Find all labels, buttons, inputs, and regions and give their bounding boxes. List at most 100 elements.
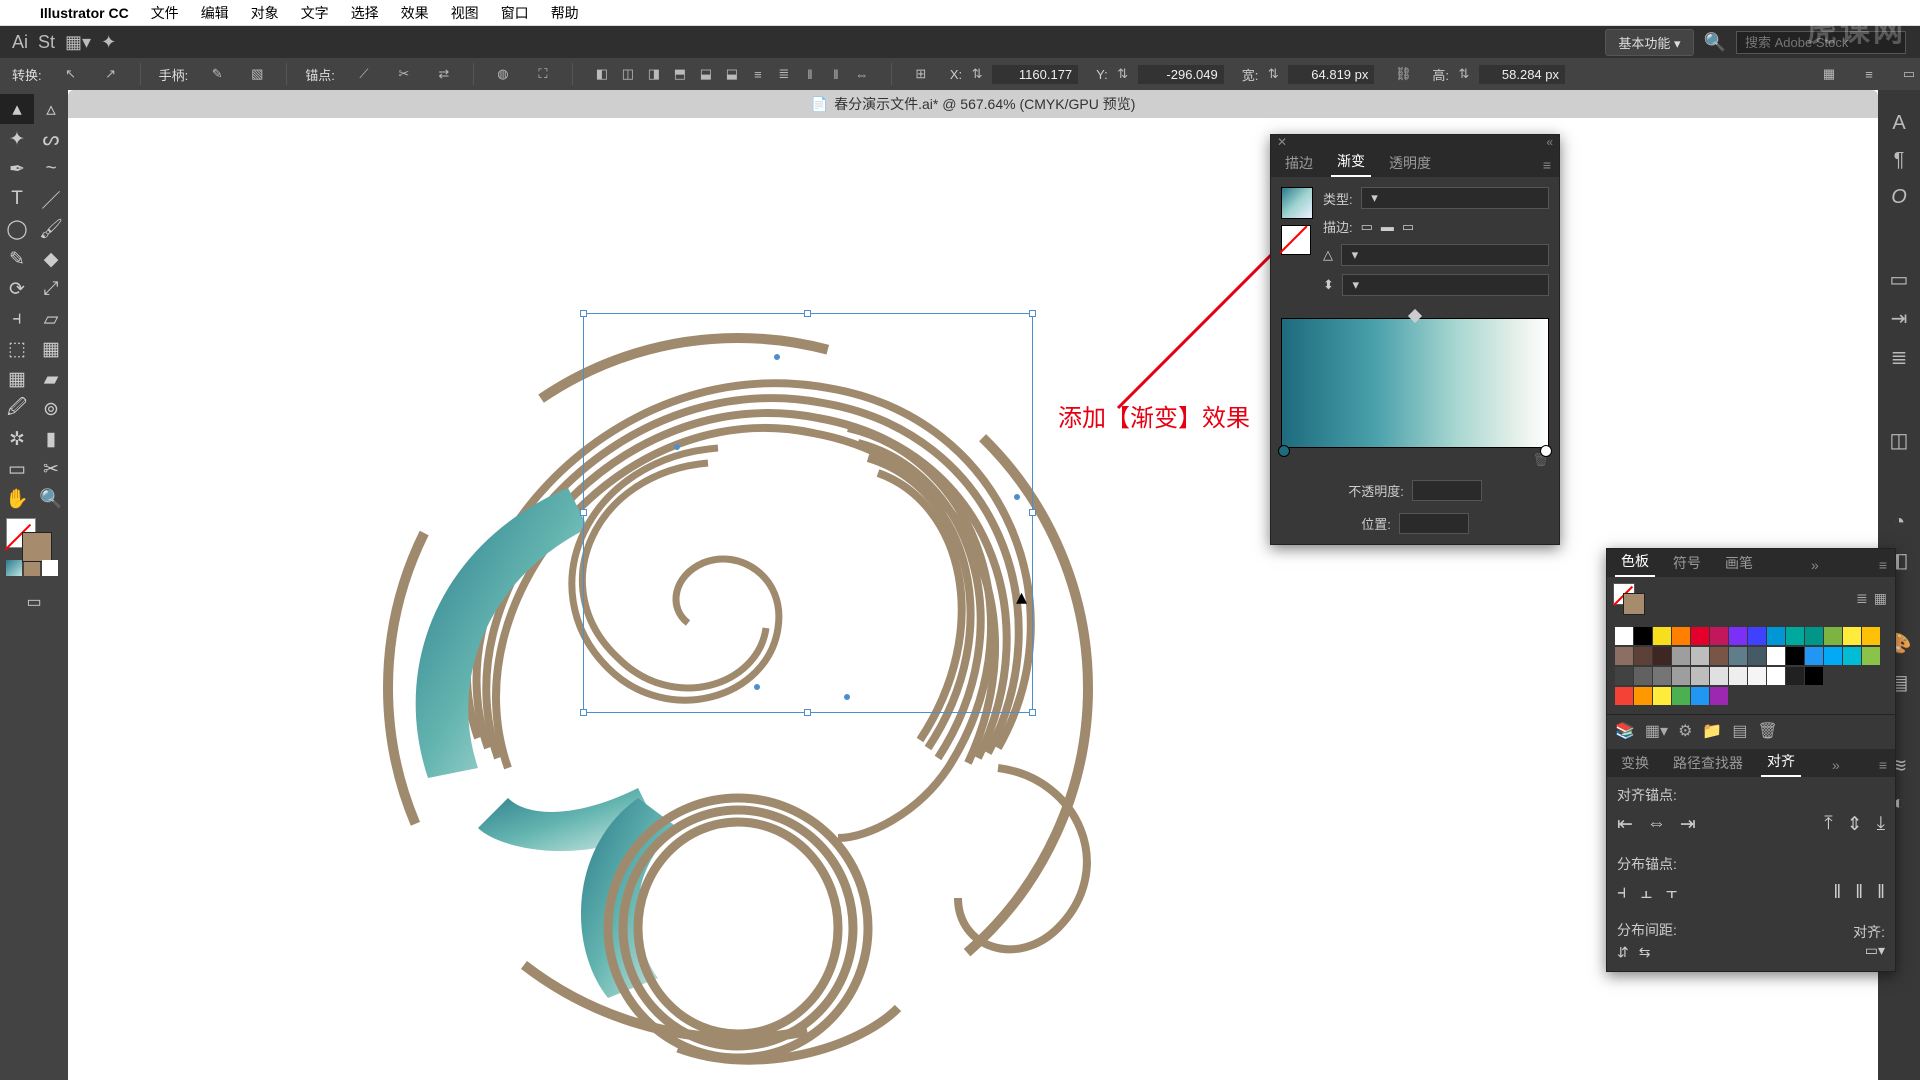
- swatch-color[interactable]: [1729, 627, 1747, 645]
- h-input[interactable]: [1479, 65, 1565, 84]
- gradient-tool-icon[interactable]: ▰: [34, 364, 68, 394]
- swatch-color[interactable]: [1672, 627, 1690, 645]
- scale-tool-icon[interactable]: ⤢: [34, 274, 68, 304]
- align-panel-icon[interactable]: ≡: [1858, 63, 1880, 85]
- align-bottom-btn[interactable]: ⤓: [1877, 813, 1885, 836]
- swatch-options-icon[interactable]: ⚙: [1678, 721, 1692, 741]
- selection-bounding-box[interactable]: [583, 313, 1033, 713]
- align-hcenter-icon[interactable]: ◫: [617, 63, 639, 85]
- dist-hcenter-btn[interactable]: ⫠: [1641, 882, 1653, 904]
- swatch-color[interactable]: [1653, 667, 1671, 685]
- swatch-color[interactable]: [1691, 687, 1709, 705]
- swatch-color[interactable]: [1615, 687, 1633, 705]
- panel-menu-icon[interactable]: ≡: [1535, 153, 1559, 177]
- swatch-color[interactable]: [1710, 687, 1728, 705]
- stroke-across-icon[interactable]: ▭: [1402, 219, 1414, 235]
- reference-point-icon[interactable]: ⊞: [910, 63, 932, 85]
- libraries-panel-icon[interactable]: ◫: [1890, 428, 1909, 453]
- menu-file[interactable]: 文件: [151, 3, 179, 23]
- tab-opacity[interactable]: 透明度: [1383, 149, 1437, 177]
- line-tool-icon[interactable]: ／: [34, 184, 68, 214]
- swatch-color[interactable]: [1729, 667, 1747, 685]
- search-input[interactable]: [1736, 31, 1906, 54]
- anchor-join-icon[interactable]: ⇄: [433, 63, 455, 85]
- tab-symbols[interactable]: 符号: [1667, 549, 1707, 577]
- menu-effect[interactable]: 效果: [401, 3, 429, 23]
- zoom-tool-icon[interactable]: 🔍: [34, 484, 68, 514]
- h-link-icon[interactable]: ⇅: [1453, 63, 1475, 85]
- swatch-color[interactable]: [1824, 647, 1842, 665]
- dist-bottom-btn[interactable]: ‖: [1877, 882, 1885, 904]
- convert-anchor-smooth-icon[interactable]: ↗: [100, 63, 122, 85]
- dist-spacing-v-icon[interactable]: ‖: [825, 63, 847, 85]
- eyedropper-tool-icon[interactable]: 🖉: [0, 394, 34, 424]
- aspect-select[interactable]: ▾: [1342, 274, 1549, 296]
- eraser-tool-icon[interactable]: ◆: [34, 244, 68, 274]
- dist-spacing-v-btn[interactable]: ⇵: [1617, 944, 1629, 961]
- transform-panel-icon[interactable]: ▦: [1818, 63, 1840, 85]
- align-menu-icon[interactable]: ≡: [1871, 753, 1895, 777]
- properties-panel-icon[interactable]: A: [1892, 112, 1905, 135]
- swatch-color[interactable]: [1824, 627, 1842, 645]
- swatch-color[interactable]: [1748, 647, 1766, 665]
- ellipse-tool-icon[interactable]: ◯: [0, 214, 34, 244]
- artboards-panel-icon[interactable]: ▭: [1890, 267, 1909, 292]
- swatch-color[interactable]: [1653, 627, 1671, 645]
- swatches-menu-icon[interactable]: ≡: [1871, 553, 1895, 577]
- hand-tool-icon[interactable]: ✋: [0, 484, 34, 514]
- shaper-tool-icon[interactable]: ✎: [0, 244, 34, 274]
- align-left-btn[interactable]: ⇤: [1617, 813, 1633, 836]
- swatch-color[interactable]: [1615, 647, 1633, 665]
- swatch-color[interactable]: [1862, 647, 1880, 665]
- swatch-color[interactable]: [1767, 627, 1785, 645]
- new-swatch-icon[interactable]: ▤: [1732, 721, 1747, 741]
- swatch-color[interactable]: [1710, 647, 1728, 665]
- swatches-align-panel[interactable]: 色板 符号 画笔 » ≡ ≣ ▦ 📚 ▦▾ ⚙ 📁 ▤ 🗑 变换 路径查找器 对…: [1606, 548, 1896, 972]
- free-transform-tool-icon[interactable]: ▱: [34, 304, 68, 334]
- shape-builder-tool-icon[interactable]: ⬚: [0, 334, 34, 364]
- swatch-grid-view-icon[interactable]: ▦: [1874, 590, 1887, 607]
- tab-stroke[interactable]: 描边: [1279, 149, 1319, 177]
- color-mode-icon[interactable]: [24, 560, 40, 576]
- delete-swatch-icon[interactable]: 🗑: [1757, 721, 1777, 741]
- arrange-documents-icon[interactable]: ▦▾: [65, 32, 91, 53]
- swatch-color[interactable]: [1672, 687, 1690, 705]
- asset-export-panel-icon[interactable]: ⇥: [1891, 306, 1908, 331]
- menu-edit[interactable]: 编辑: [201, 3, 229, 23]
- opacity-input[interactable]: [1412, 480, 1482, 501]
- tab-align[interactable]: 对齐: [1761, 747, 1801, 777]
- gpu-preview-icon[interactable]: ✦: [101, 32, 116, 53]
- swatch-color[interactable]: [1634, 627, 1652, 645]
- document-tab[interactable]: 📄 春分演示文件.ai* @ 567.64% (CMYK/GPU 预览): [68, 90, 1878, 118]
- swatch-color[interactable]: [1615, 627, 1633, 645]
- dist-vcenter-btn[interactable]: ‖: [1855, 882, 1863, 904]
- swatch-list-view-icon[interactable]: ≣: [1856, 590, 1868, 607]
- isolate-icon[interactable]: ◍: [492, 63, 514, 85]
- swatch-color[interactable]: [1805, 647, 1823, 665]
- gradient-slider[interactable]: [1281, 318, 1549, 448]
- swatch-color[interactable]: [1767, 667, 1785, 685]
- anchor-remove-icon[interactable]: ⟋: [353, 63, 375, 85]
- align-top-btn[interactable]: ⤒: [1824, 813, 1832, 836]
- align-right-btn[interactable]: ⇥: [1680, 813, 1696, 836]
- swatch-color[interactable]: [1843, 647, 1861, 665]
- dist-top-btn[interactable]: ‖: [1833, 882, 1841, 904]
- dist-right-btn[interactable]: ⫟: [1666, 882, 1678, 904]
- swatches-fillstroke[interactable]: [1613, 583, 1643, 613]
- tab-transform[interactable]: 变换: [1615, 749, 1655, 777]
- gradient-stroke-none[interactable]: [1281, 225, 1311, 255]
- paintbrush-tool-icon[interactable]: 🖌: [34, 214, 68, 244]
- align-vcenter-icon[interactable]: ⬓: [695, 63, 717, 85]
- convert-anchor-icon[interactable]: ↖: [60, 63, 82, 85]
- lasso-tool-icon[interactable]: ᔕ: [34, 124, 68, 154]
- menu-type[interactable]: 文字: [301, 3, 329, 23]
- shape-panel-icon[interactable]: ▭: [1898, 63, 1920, 85]
- stroke-along-icon[interactable]: ▬: [1381, 219, 1394, 234]
- swatch-color[interactable]: [1672, 667, 1690, 685]
- swatch-kind-icon[interactable]: ▦▾: [1645, 721, 1668, 741]
- stock-icon[interactable]: St: [38, 32, 55, 53]
- menu-window[interactable]: 窗口: [501, 3, 529, 23]
- menu-select[interactable]: 选择: [351, 3, 379, 23]
- dist-left-btn[interactable]: ⫞: [1617, 882, 1627, 904]
- dist-spacing-icon[interactable]: ⇔: [851, 63, 873, 85]
